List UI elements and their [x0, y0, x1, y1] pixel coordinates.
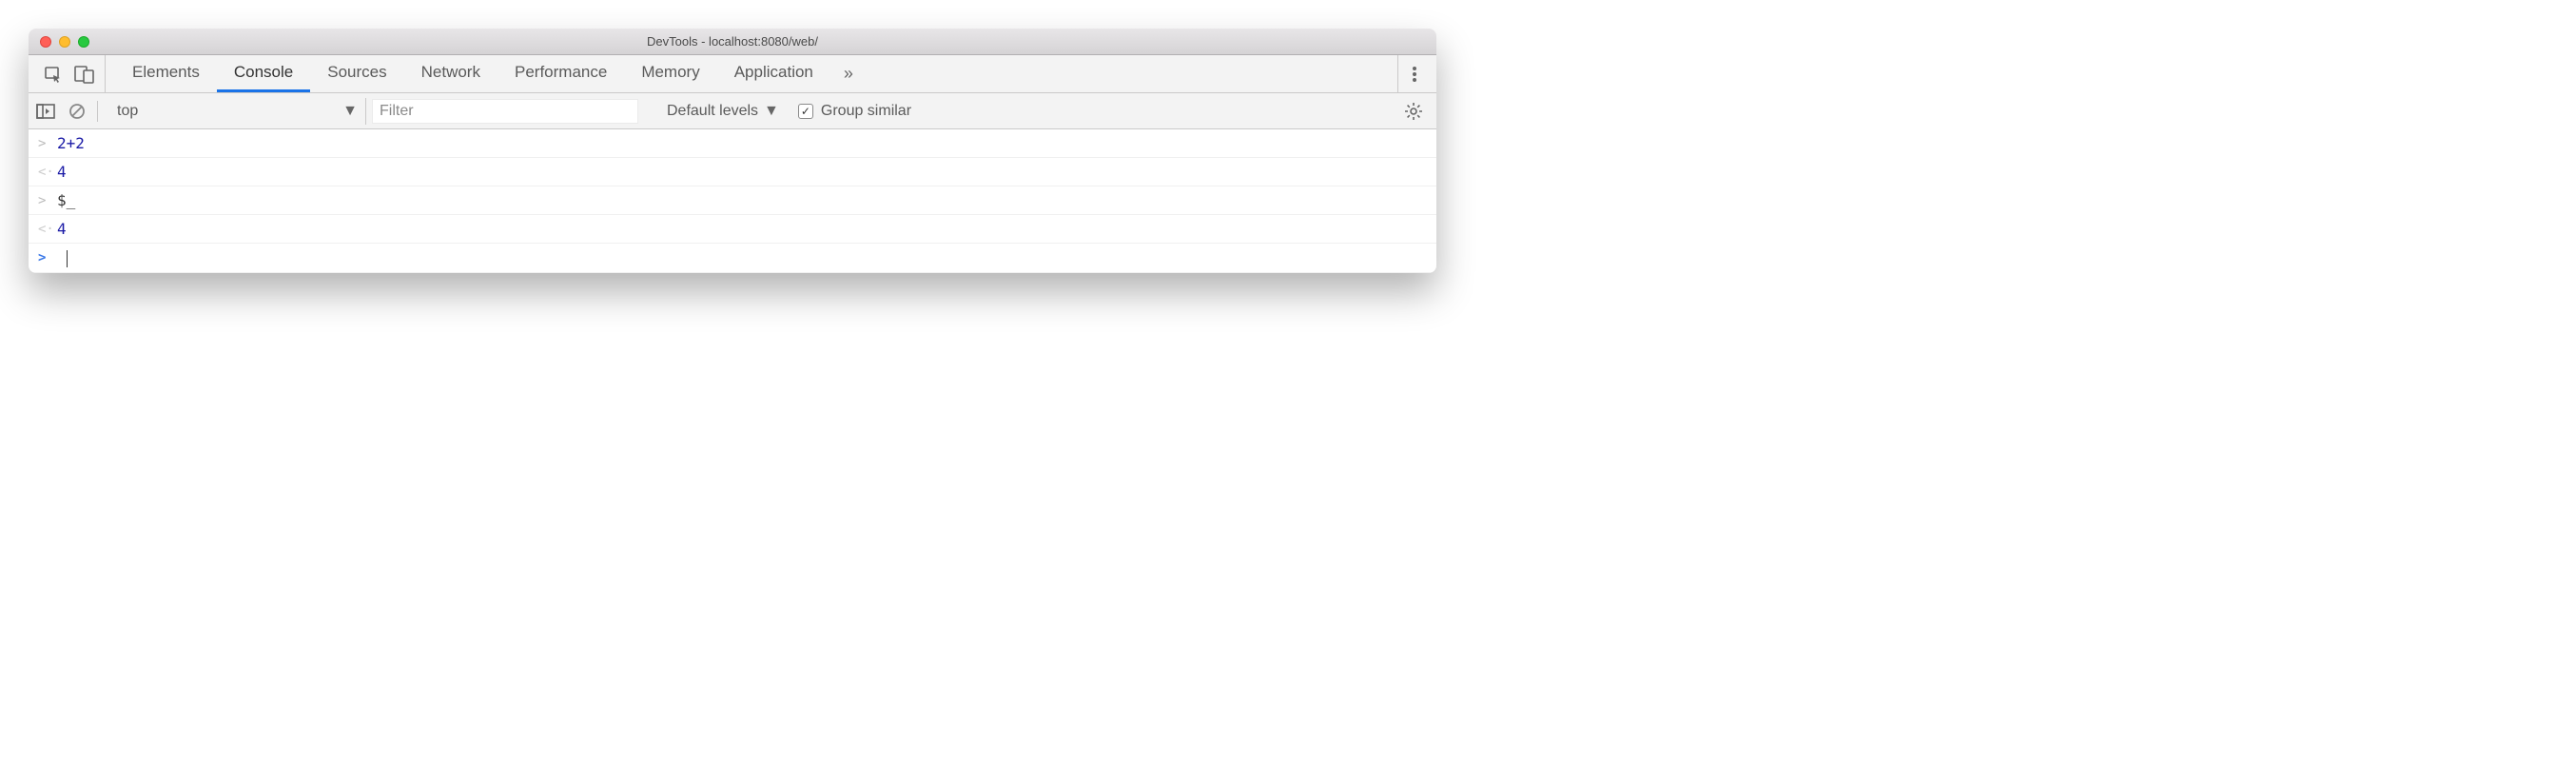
- tab-performance[interactable]: Performance: [498, 55, 624, 92]
- console-row-output: <·4: [29, 158, 1436, 186]
- log-levels-select[interactable]: Default levels ▼: [644, 103, 792, 120]
- console-toolbar: top ▼ Default levels ▼ ✓ Group similar: [29, 93, 1436, 129]
- inspect-element-icon[interactable]: [44, 65, 63, 84]
- console-text: [57, 248, 68, 267]
- tab-console[interactable]: Console: [217, 55, 310, 92]
- zoom-window-button[interactable]: [78, 36, 89, 48]
- checkbox-icon: ✓: [798, 104, 813, 119]
- log-levels-label: Default levels: [667, 103, 758, 120]
- tab-network[interactable]: Network: [404, 55, 498, 92]
- clear-console-icon[interactable]: [68, 103, 86, 120]
- toggle-sidebar-icon[interactable]: [36, 104, 55, 119]
- console-text: 4: [57, 163, 67, 181]
- output-arrow-icon: <·: [38, 222, 57, 237]
- execution-context-select[interactable]: top ▼: [109, 98, 366, 125]
- kebab-menu-icon[interactable]: [1412, 65, 1417, 84]
- window-title: DevTools - localhost:8080/web/: [647, 34, 818, 49]
- tab-application[interactable]: Application: [717, 55, 830, 92]
- tab-elements[interactable]: Elements: [115, 55, 217, 92]
- group-similar-toggle[interactable]: ✓ Group similar: [798, 103, 911, 120]
- tab-sources[interactable]: Sources: [310, 55, 403, 92]
- execution-context-value: top: [117, 103, 138, 120]
- console-row-input: >2+2: [29, 129, 1436, 158]
- console-text: $_: [57, 191, 75, 209]
- console-settings-icon[interactable]: [1404, 102, 1429, 121]
- group-similar-label: Group similar: [821, 103, 911, 120]
- panel-tabs: ElementsConsoleSourcesNetworkPerformance…: [115, 55, 830, 92]
- console-row-prompt[interactable]: >: [29, 244, 1436, 273]
- inspect-tools: [34, 55, 106, 92]
- toggle-device-icon[interactable]: [74, 65, 95, 84]
- chevron-down-icon: ▼: [764, 103, 779, 120]
- input-arrow-icon: >: [38, 193, 57, 208]
- panel-tabbar: ElementsConsoleSourcesNetworkPerformance…: [29, 55, 1436, 93]
- close-window-button[interactable]: [40, 36, 51, 48]
- more-tabs-button[interactable]: »: [830, 64, 867, 84]
- devtools-window: DevTools - localhost:8080/web/ ElementsC…: [29, 29, 1436, 273]
- output-arrow-icon: <·: [38, 165, 57, 180]
- input-arrow-icon: >: [38, 136, 57, 151]
- filter-input[interactable]: [372, 99, 638, 124]
- console-row-input: >$_: [29, 186, 1436, 215]
- titlebar: DevTools - localhost:8080/web/: [29, 29, 1436, 55]
- console-output: >2+2<·4>$_<·4>: [29, 129, 1436, 273]
- minimize-window-button[interactable]: [59, 36, 70, 48]
- tab-memory[interactable]: Memory: [624, 55, 716, 92]
- console-text: 2+2: [57, 134, 85, 152]
- chevron-down-icon: ▼: [342, 103, 358, 120]
- text-cursor: [67, 250, 68, 267]
- console-row-output: <·4: [29, 215, 1436, 244]
- prompt-arrow-icon: >: [38, 250, 57, 265]
- console-text: 4: [57, 220, 67, 238]
- traffic-lights: [29, 36, 89, 48]
